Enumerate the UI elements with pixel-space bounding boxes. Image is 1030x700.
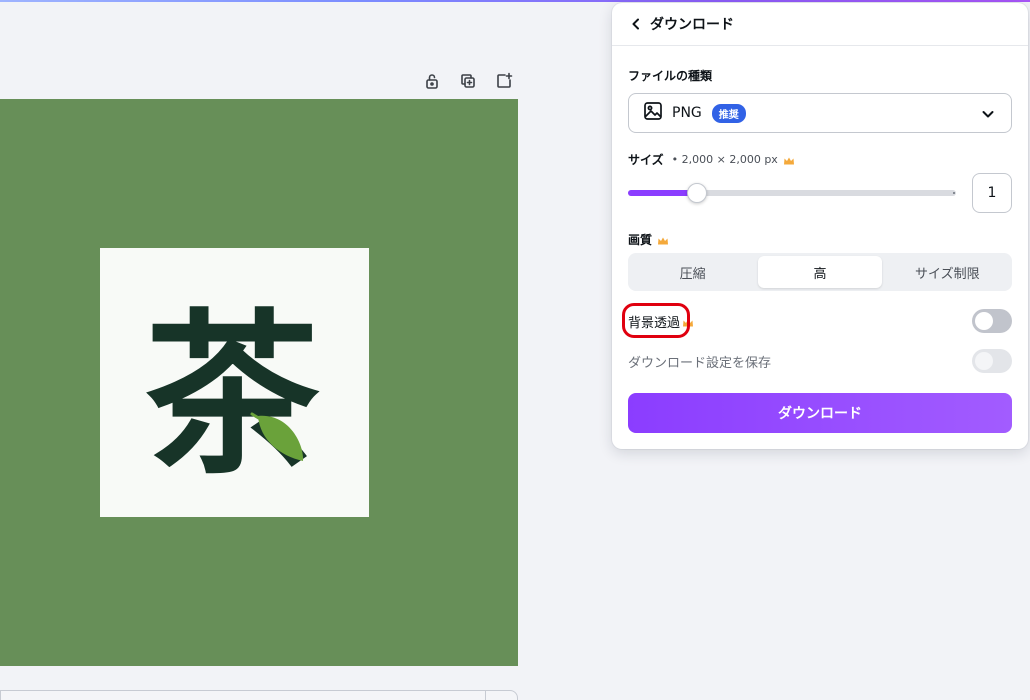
toggle-knob <box>975 352 993 370</box>
quality-option-high[interactable]: 高 <box>758 256 882 288</box>
file-type-label: ファイルの種類 <box>628 69 713 83</box>
crown-icon <box>657 235 669 245</box>
top-accent-bar <box>0 0 1030 2</box>
tea-glyph: 茶 <box>145 293 321 498</box>
size-dimensions: • 2,000 × 2,000 px <box>671 153 778 166</box>
download-button[interactable]: ダウンロード <box>628 393 1012 433</box>
bottom-bar-divider <box>485 691 486 700</box>
panel-title: ダウンロード <box>650 17 734 33</box>
annotation-highlight-circle <box>622 303 690 338</box>
page-toolbar <box>420 70 516 92</box>
file-type-select[interactable]: PNG 推奨 <box>628 93 1012 133</box>
save-settings-label: ダウンロード設定を保存 <box>628 356 772 371</box>
chevron-left-icon <box>632 18 639 30</box>
recommended-badge: 推奨 <box>711 103 746 123</box>
logo-card[interactable]: 茶 <box>100 248 369 517</box>
size-slider[interactable] <box>628 183 956 203</box>
quality-label: 画質 <box>628 231 669 248</box>
size-multiplier-input[interactable]: 1 <box>972 173 1012 213</box>
image-icon <box>643 101 663 125</box>
add-page-icon[interactable] <box>492 70 516 92</box>
toggle-knob <box>975 312 993 330</box>
save-settings-toggle[interactable] <box>972 349 1012 373</box>
quality-option-size-limit[interactable]: サイズ制限 <box>886 256 1009 288</box>
design-canvas[interactable]: 茶 <box>0 99 518 666</box>
bottom-notes-bar[interactable] <box>0 690 518 700</box>
quality-segmented-control: 圧縮 高 サイズ制限 <box>628 253 1012 291</box>
lock-open-icon[interactable] <box>420 70 444 92</box>
tea-logo: 茶 <box>145 293 321 498</box>
chevron-down-icon <box>981 106 997 122</box>
crown-icon <box>783 155 795 165</box>
size-label: サイズ • 2,000 × 2,000 px <box>628 151 795 168</box>
download-panel: ダウンロード ファイルの種類 PNG 推奨 サイズ • 2,000 × 2,00… <box>612 3 1028 449</box>
transparent-bg-toggle[interactable] <box>972 309 1012 333</box>
panel-header: ダウンロード <box>612 3 1028 46</box>
file-type-value: PNG <box>672 105 702 121</box>
slider-knob[interactable] <box>686 183 707 203</box>
duplicate-page-icon[interactable] <box>456 70 480 92</box>
slider-end-dot <box>953 192 955 194</box>
back-button[interactable] <box>628 16 644 32</box>
quality-option-compressed[interactable]: 圧縮 <box>631 256 754 288</box>
